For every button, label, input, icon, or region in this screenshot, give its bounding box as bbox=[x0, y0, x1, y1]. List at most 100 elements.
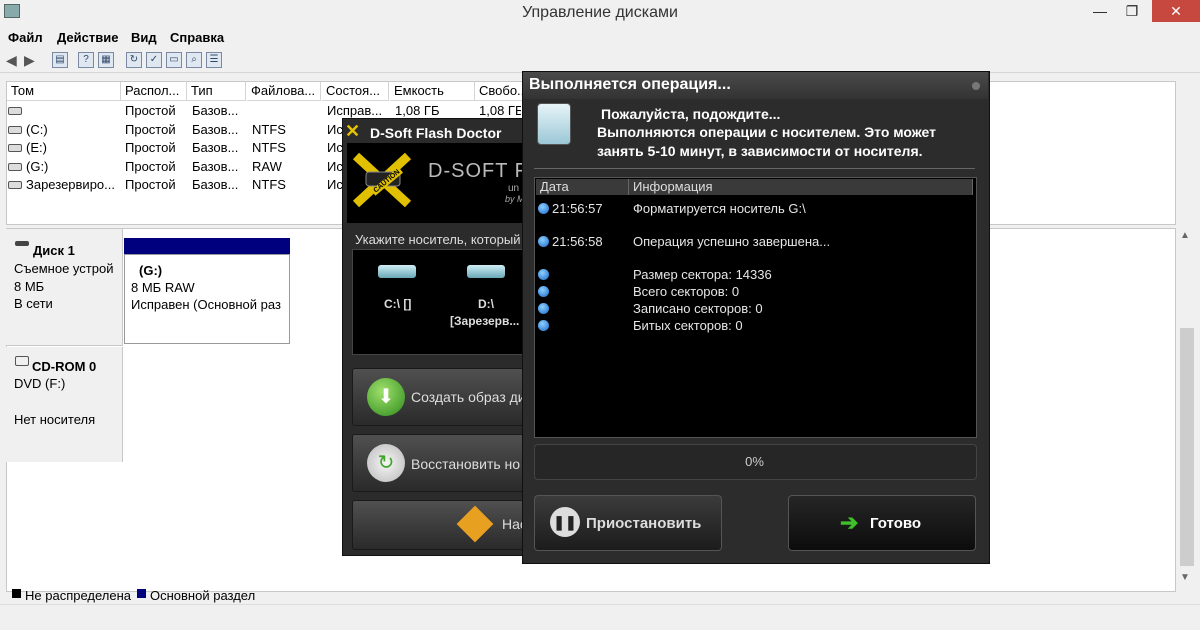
properties-icon[interactable]: ▤ bbox=[52, 52, 68, 68]
log-time: 21:56:57 bbox=[552, 201, 603, 216]
menu-action[interactable]: Действие bbox=[57, 30, 118, 45]
back-icon[interactable]: ◀ bbox=[6, 52, 17, 69]
operation-close-icon[interactable] bbox=[972, 82, 980, 90]
partition-g-label: (G:) bbox=[139, 263, 163, 278]
drive-c-label[interactable]: C:\ [] bbox=[384, 297, 411, 311]
drive-info-icon bbox=[537, 103, 571, 145]
cdrom-0-status: Нет носителя bbox=[14, 412, 96, 427]
table-cell: NTFS bbox=[252, 121, 286, 137]
drive-c-icon[interactable] bbox=[378, 265, 416, 278]
legend-unallocated-swatch bbox=[12, 589, 21, 598]
cdrom-0-name: CD-ROM 0 bbox=[32, 359, 97, 374]
table-cell: Простой bbox=[125, 103, 176, 118]
menu-file[interactable]: Файл bbox=[8, 30, 43, 45]
table-cell: Зарезервиро... bbox=[26, 177, 115, 192]
properties2-icon[interactable]: ☰ bbox=[206, 52, 222, 68]
volume-icon bbox=[8, 162, 22, 171]
table-cell: NTFS bbox=[252, 140, 286, 155]
forward-icon[interactable]: ▶ bbox=[24, 52, 35, 69]
separator bbox=[534, 168, 975, 169]
log-info: Записано секторов: 0 bbox=[633, 301, 763, 316]
log-header-info[interactable]: Информация bbox=[629, 179, 973, 195]
drive-d-sublabel[interactable]: [Зарезерв... bbox=[450, 314, 519, 328]
close-button[interactable]: ✕ bbox=[1152, 0, 1200, 22]
log-info: Всего секторов: 0 bbox=[633, 284, 740, 299]
download-icon: ⬇ bbox=[367, 378, 405, 416]
drive-d-icon[interactable] bbox=[467, 265, 505, 278]
table-cell bbox=[252, 102, 322, 120]
explore-icon[interactable]: ⌕ bbox=[186, 52, 202, 68]
column-header-filesystem[interactable]: Файлова... bbox=[247, 82, 321, 101]
legend-unallocated: Не распределена bbox=[25, 588, 132, 603]
info-icon bbox=[538, 236, 549, 247]
done-label: Готово bbox=[870, 515, 922, 532]
create-image-label: Создать образ ди bbox=[411, 389, 526, 405]
partition-g-size: 8 МБ RAW bbox=[131, 280, 195, 295]
table-cell: Базов... bbox=[192, 140, 239, 155]
table-cell: Простой bbox=[125, 121, 176, 137]
restore-icon: ↻ bbox=[367, 444, 405, 482]
disk-1-status: В сети bbox=[14, 296, 53, 311]
console-icon[interactable]: ▦ bbox=[98, 52, 114, 68]
column-header-capacity[interactable]: Емкость bbox=[390, 82, 475, 101]
log-time: 21:56:58 bbox=[552, 234, 603, 249]
volume-icon bbox=[8, 144, 22, 152]
pause-icon: ❚❚ bbox=[550, 507, 580, 537]
window-title: Управление дисками bbox=[522, 4, 678, 21]
refresh-icon[interactable]: ↻ bbox=[126, 52, 142, 68]
volume-icon bbox=[8, 125, 22, 134]
maximize-button[interactable]: ❐ bbox=[1112, 0, 1152, 22]
table-cell: NTFS bbox=[252, 177, 286, 192]
scroll-down-button[interactable]: ▼ bbox=[1180, 572, 1190, 583]
volume-icon bbox=[8, 181, 22, 189]
info-icon bbox=[538, 286, 549, 297]
column-header-layout[interactable]: Распол... bbox=[121, 82, 187, 101]
partition-g-status: Исправен (Основной раз bbox=[131, 297, 281, 312]
cdrom-0-type: DVD (F:) bbox=[14, 376, 66, 391]
operation-title: Выполняется операция... bbox=[529, 76, 731, 93]
column-header-status[interactable]: Состоя... bbox=[322, 82, 389, 101]
column-header-volume[interactable]: Том bbox=[7, 82, 121, 101]
scroll-up-button[interactable]: ▲ bbox=[1180, 230, 1190, 241]
info-icon bbox=[538, 269, 549, 280]
table-cell: Простой bbox=[125, 177, 176, 192]
info-icon bbox=[538, 203, 549, 214]
table-cell: (E:) bbox=[26, 140, 47, 155]
log-info: Форматируется носитель G:\ bbox=[633, 201, 806, 216]
message-line-3: занять 5-10 минут, в зависимости от носи… bbox=[597, 143, 923, 159]
log-header-date[interactable]: Дата bbox=[536, 179, 629, 195]
table-cell: RAW bbox=[252, 158, 282, 174]
info-icon bbox=[538, 320, 549, 331]
drive-d-label[interactable]: D:\ bbox=[478, 297, 494, 311]
table-cell: Простой bbox=[125, 140, 176, 155]
rescan-icon[interactable]: ✓ bbox=[146, 52, 162, 68]
table-cell: Базов... bbox=[192, 103, 239, 118]
restore-label: Восстановить но bbox=[411, 456, 521, 472]
status-bar bbox=[0, 604, 1200, 630]
partition-bar bbox=[124, 238, 290, 254]
open-icon[interactable]: ▭ bbox=[166, 52, 182, 68]
help-icon[interactable]: ? bbox=[78, 52, 94, 68]
column-header-type[interactable]: Тип bbox=[187, 82, 246, 101]
scrollbar-thumb[interactable] bbox=[1180, 328, 1194, 566]
settings-button[interactable] bbox=[352, 500, 526, 550]
table-cell: (C:) bbox=[26, 121, 48, 137]
table-cell bbox=[26, 102, 136, 120]
removable-disk-icon bbox=[15, 241, 29, 246]
menu-view[interactable]: Вид bbox=[131, 30, 157, 45]
log-info: Битых секторов: 0 bbox=[633, 318, 743, 333]
progress-text: 0% bbox=[745, 454, 764, 469]
disk-1-type: Съемное устрой bbox=[14, 261, 114, 276]
volume-icon bbox=[8, 107, 22, 115]
table-cell: Базов... bbox=[192, 121, 239, 137]
table-cell: Базов... bbox=[192, 177, 239, 192]
dsoft-prompt: Укажите носитель, который bbox=[355, 232, 521, 247]
menu-help[interactable]: Справка bbox=[170, 30, 224, 45]
table-cell: (G:) bbox=[26, 158, 49, 174]
dsoft-title: D-Soft Flash Doctor bbox=[370, 125, 502, 141]
table-cell: Простой bbox=[125, 158, 176, 174]
disk-1-name: Диск 1 bbox=[33, 243, 75, 258]
cdrom-icon bbox=[15, 356, 29, 366]
log-info: Размер сектора: 14336 bbox=[633, 267, 772, 282]
legend-primary: Основной раздел bbox=[150, 588, 256, 603]
